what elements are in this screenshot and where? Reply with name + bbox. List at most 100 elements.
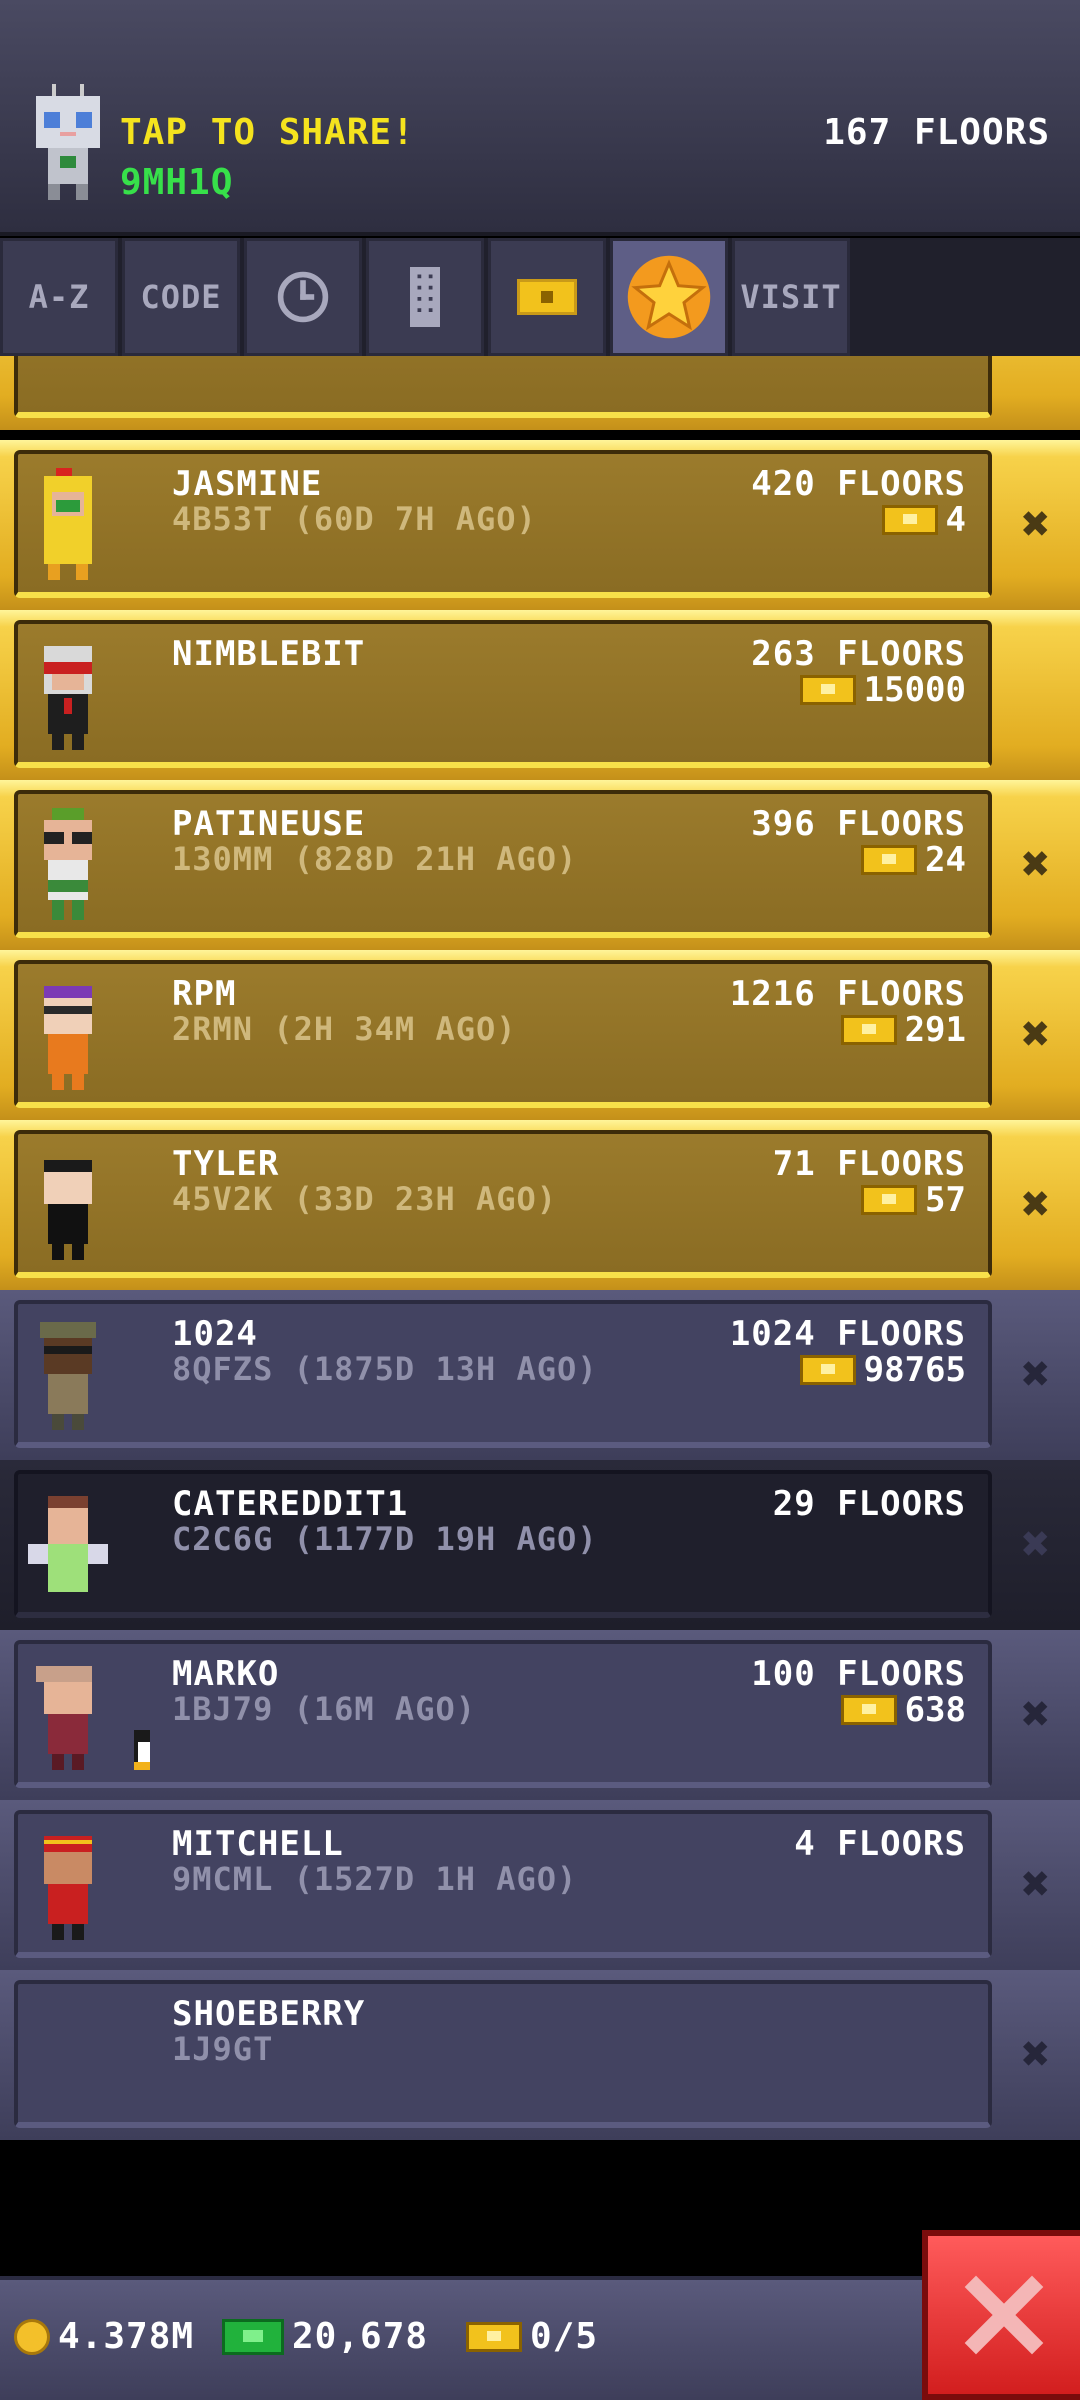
friend-row-partial[interactable] <box>0 356 1080 430</box>
friend-code-time: 1BJ79 (16M AGO) <box>172 1690 476 1728</box>
friend-floors: 396 FLOORS <box>751 804 966 844</box>
tab-visit[interactable]: VISIT <box>732 238 850 356</box>
friend-row[interactable]: PATINEUSE 130MM (828D 21H AGO) 396 FLOOR… <box>0 780 1080 950</box>
friend-bux: 24 <box>861 840 966 880</box>
friend-row[interactable]: RPM 2RMN (2H 34M AGO) 1216 FLOORS 291 ✖ <box>0 950 1080 1120</box>
friend-bux-value: 291 <box>904 1010 966 1050</box>
close-icon <box>964 2275 1044 2355</box>
friend-name: SHOEBERRY <box>172 1994 366 2034</box>
tab-recent[interactable] <box>244 238 362 356</box>
remove-friend-button[interactable]: ✖ <box>1010 2026 1062 2082</box>
friend-floors: 71 FLOORS <box>772 1144 966 1184</box>
tab-bux[interactable] <box>488 238 606 356</box>
friend-row[interactable]: 1024 8QFZS (1875D 13H AGO) 1024 FLOORS 9… <box>0 1290 1080 1460</box>
sunglasses-avatar-icon <box>44 986 92 1090</box>
tab-code[interactable]: CODE <box>122 238 240 356</box>
friend-floors: 100 FLOORS <box>751 1654 966 1694</box>
row-panel <box>14 356 992 418</box>
header: TAP TO SHARE! 9MH1Q 167 FLOORS <box>0 0 1080 236</box>
cash-icon <box>222 2318 284 2355</box>
bux-icon <box>861 845 918 875</box>
friend-row[interactable]: JASMINE 4B53T (60D 7H AGO) 420 FLOORS 4 … <box>0 440 1080 610</box>
tab-a-z-label: A-Z <box>28 278 90 316</box>
friend-name: MITCHELL <box>172 1824 344 1864</box>
friend-code-time: 9MCML (1527D 1H AGO) <box>172 1860 578 1898</box>
remove-friend-button[interactable]: ✖ <box>1010 1346 1062 1402</box>
friend-bux: 57 <box>861 1180 966 1220</box>
player-code: 9MH1Q <box>120 162 234 203</box>
friend-bux-value: 15000 <box>863 670 966 710</box>
friend-row[interactable]: TYLER 45V2K (33D 23H AGO) 71 FLOORS 57 ✖ <box>0 1120 1080 1290</box>
friend-bux: 15000 <box>799 670 966 710</box>
tab-visit-label: VISIT <box>740 278 842 316</box>
friend-code-time: 130MM (828D 21H AGO) <box>172 840 578 878</box>
currency-bar: 4.378M 20,678 0/5 <box>0 2276 1080 2400</box>
glasses-avatar-icon <box>44 808 92 920</box>
friend-name: TYLER <box>172 1144 280 1184</box>
coins-stat: 4.378M <box>14 2316 194 2357</box>
friend-bux: 291 <box>840 1010 966 1050</box>
friend-row[interactable]: SHOEBERRY 1J9GT ✖ <box>0 1970 1080 2140</box>
friend-floors: 420 FLOORS <box>751 464 966 504</box>
tab-bar: A-Z CODE VISIT <box>0 238 1080 356</box>
friend-bux-value: 57 <box>925 1180 966 1220</box>
fairy-avatar-icon <box>28 1496 108 1592</box>
bux-value: 0/5 <box>530 2316 599 2357</box>
friend-bux: 638 <box>840 1690 966 1730</box>
bux-stat: 0/5 <box>466 2316 598 2357</box>
friend-code-time: 8QFZS (1875D 13H AGO) <box>172 1350 598 1388</box>
tab-code-label: CODE <box>140 278 222 316</box>
friend-floors: 263 FLOORS <box>751 634 966 674</box>
remove-friend-button[interactable]: ✖ <box>1010 1006 1062 1062</box>
friend-row[interactable]: NIMBLEBIT 263 FLOORS 15000 <box>0 610 1080 780</box>
friend-bux-value: 24 <box>925 840 966 880</box>
friend-row[interactable]: CATEREDDIT1 C2C6G (1177D 19H AGO) 29 FLO… <box>0 1460 1080 1630</box>
friend-bux-value: 638 <box>904 1690 966 1730</box>
bux-icon <box>517 279 577 315</box>
friend-name: RPM <box>172 974 237 1014</box>
helmet-avatar-icon <box>44 646 92 750</box>
remove-friend-button[interactable]: ✖ <box>1010 1856 1062 1912</box>
bux-icon <box>466 2321 522 2352</box>
star-icon <box>627 255 711 339</box>
penguin-pet-icon <box>134 1730 150 1770</box>
friend-code-time: 45V2K (33D 23H AGO) <box>172 1180 558 1218</box>
detective-avatar-icon <box>40 1322 96 1430</box>
bux-icon <box>861 1185 918 1215</box>
remove-friend-button[interactable]: ✖ <box>1010 1686 1062 1742</box>
friend-floors: 4 FLOORS <box>794 1824 966 1864</box>
friend-row[interactable]: MITCHELL 9MCML (1527D 1H AGO) 4 FLOORS ✖ <box>0 1800 1080 1970</box>
friend-bux-value: 4 <box>945 500 966 540</box>
tab-a-z[interactable]: A-Z <box>0 238 118 356</box>
friend-name: MARKO <box>172 1654 280 1694</box>
remove-friend-button[interactable]: ✖ <box>1010 836 1062 892</box>
remove-friend-button[interactable]: ✖ <box>1010 496 1062 552</box>
tap-to-share-label[interactable]: TAP TO SHARE! <box>120 112 415 153</box>
close-button[interactable] <box>922 2230 1080 2400</box>
player-floors: 167 FLOORS <box>823 112 1050 153</box>
friend-name: 1024 <box>172 1314 258 1354</box>
row-panel <box>14 1980 992 2128</box>
remove-friend-button[interactable]: ✖ <box>1010 1516 1062 1572</box>
remove-friend-button[interactable]: ✖ <box>1010 1176 1062 1232</box>
friend-floors: 29 FLOORS <box>772 1484 966 1524</box>
friend-name: JASMINE <box>172 464 323 504</box>
bux-icon <box>840 1015 897 1045</box>
tab-floors[interactable] <box>366 238 484 356</box>
bux-icon <box>799 1355 856 1385</box>
friend-floors: 1216 FLOORS <box>729 974 966 1014</box>
friend-floors: 1024 FLOORS <box>729 1314 966 1354</box>
friend-bux-value: 98765 <box>863 1350 966 1390</box>
friend-code-time: C2C6G (1177D 19H AGO) <box>172 1520 598 1558</box>
friend-name: NIMBLEBIT <box>172 634 366 674</box>
bux-icon <box>799 675 856 705</box>
friend-row[interactable]: MARKO 1BJ79 (16M AGO) 100 FLOORS 638 ✖ <box>0 1630 1080 1800</box>
tab-favorites[interactable] <box>610 238 728 356</box>
clock-icon <box>277 271 329 323</box>
friend-bux: 4 <box>881 500 966 540</box>
friend-code-time: 1J9GT <box>172 2030 274 2068</box>
robot-avatar-icon[interactable] <box>28 84 108 204</box>
bellhop-avatar-icon <box>44 1836 92 1940</box>
friend-list[interactable]: JASMINE 4B53T (60D 7H AGO) 420 FLOORS 4 … <box>0 356 1080 2140</box>
cash-stat: 20,678 <box>222 2316 428 2357</box>
